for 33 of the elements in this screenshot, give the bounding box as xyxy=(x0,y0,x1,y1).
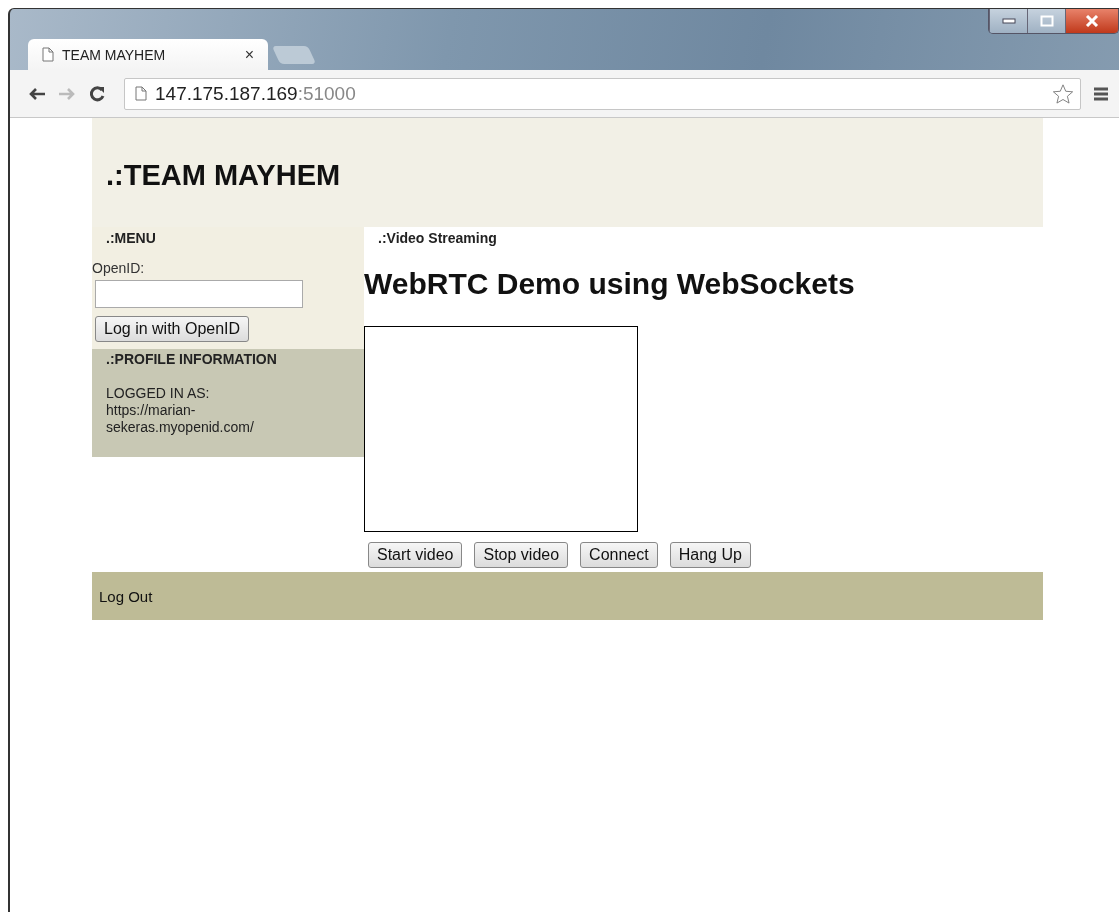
video-control-button[interactable]: Start video xyxy=(368,542,463,568)
close-icon xyxy=(1085,15,1099,27)
logout-link[interactable]: Log Out xyxy=(99,587,153,605)
tab-title: TEAM MAYHEM xyxy=(62,46,167,63)
page-icon xyxy=(42,47,54,62)
profile-heading: .:PROFILE INFORMATION xyxy=(105,351,278,367)
address-bar[interactable]: 147.175.187.169:51000 xyxy=(124,77,1081,110)
page-icon xyxy=(135,86,147,101)
login-button[interactable]: Log in with OpenID xyxy=(95,316,250,342)
url-host: 147.175.187.169 xyxy=(155,82,298,104)
video-control-button[interactable]: Stop video xyxy=(474,542,569,568)
reload-icon[interactable] xyxy=(88,84,106,103)
minimize-icon xyxy=(1001,18,1016,24)
minimize-button[interactable] xyxy=(989,9,1027,33)
browser-tab[interactable]: TEAM MAYHEM × xyxy=(28,39,268,70)
maximize-button[interactable] xyxy=(1027,9,1065,33)
page-title: WebRTC Demo using WebSockets xyxy=(364,267,856,301)
section-heading: .:Video Streaming xyxy=(377,229,498,246)
close-window-button[interactable] xyxy=(1065,9,1118,33)
logged-in-url: https://marian-sekeras.myopenid.com/ xyxy=(105,402,255,436)
openid-label: OpenID: xyxy=(92,260,146,276)
back-icon[interactable] xyxy=(28,86,46,101)
maximize-icon xyxy=(1039,15,1054,27)
site-title: .:TEAM MAYHEM xyxy=(106,159,341,192)
star-icon[interactable] xyxy=(1052,82,1074,105)
url-port: :51000 xyxy=(297,82,356,104)
menu-heading: .:MENU xyxy=(105,230,157,246)
logged-in-label: LOGGED IN AS: xyxy=(105,385,211,402)
menu-icon[interactable] xyxy=(1093,85,1109,102)
openid-field[interactable] xyxy=(95,280,303,308)
close-tab-button[interactable]: × xyxy=(244,45,254,64)
video-control-button[interactable]: Connect xyxy=(580,542,658,568)
video-control-button[interactable]: Hang Up xyxy=(669,542,751,568)
